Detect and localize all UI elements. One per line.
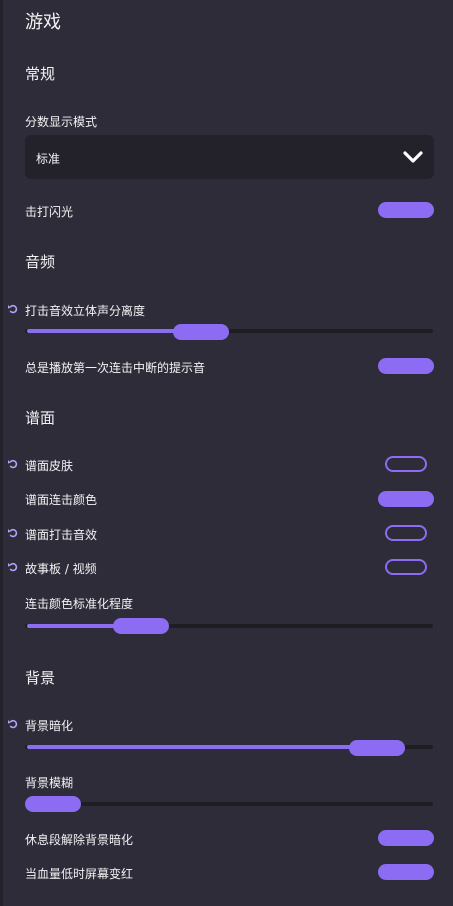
background-blur-track[interactable]: [25, 802, 433, 806]
break-dim-label: 休息段解除背景暗化: [25, 833, 134, 847]
page-title: 游戏: [25, 12, 61, 33]
background-blur-label: 背景模糊: [25, 776, 74, 790]
stereo-separation-label: 打击音效立体声分离度: [25, 304, 146, 318]
beatmap-hitsounds-toggle[interactable]: [385, 525, 427, 541]
score-display-label: 分数显示模式: [25, 115, 98, 129]
break-dim-toggle[interactable]: [378, 830, 434, 846]
combo-colour-normalisation-handle[interactable]: [113, 618, 169, 634]
score-display-dropdown[interactable]: 标准: [25, 135, 434, 179]
chevron-down-icon: [403, 151, 423, 163]
beatmap-skins-label: 谱面皮肤: [25, 459, 74, 473]
revert-icon[interactable]: [7, 458, 19, 470]
stereo-separation-track[interactable]: [25, 329, 433, 333]
revert-icon[interactable]: [7, 303, 19, 315]
hit-lighting-label: 击打闪光: [25, 205, 74, 219]
beatmap-colours-toggle[interactable]: [378, 491, 434, 507]
background-dim-fill: [27, 745, 377, 749]
beatmap-skins-toggle[interactable]: [385, 456, 427, 472]
section-beatmap-title: 谱面: [25, 409, 56, 427]
combo-break-sound-label: 总是播放第一次连击中断的提示音: [25, 361, 206, 375]
background-dim-label: 背景暗化: [25, 719, 74, 733]
combo-break-sound-toggle[interactable]: [378, 358, 434, 374]
revert-icon[interactable]: [7, 718, 19, 730]
score-display-value: 标准: [36, 152, 61, 166]
low-health-red-toggle[interactable]: [378, 864, 434, 880]
section-general-title: 常规: [25, 65, 56, 83]
section-audio-title: 音频: [25, 253, 56, 271]
background-dim-handle[interactable]: [348, 740, 405, 756]
combo-colour-normalisation-label: 连击颜色标准化程度: [25, 597, 134, 611]
section-background-title: 背景: [25, 669, 56, 687]
storyboard-video-toggle[interactable]: [385, 559, 427, 575]
revert-icon[interactable]: [7, 561, 19, 573]
revert-icon[interactable]: [7, 527, 19, 539]
beatmap-colours-label: 谱面连击颜色: [25, 493, 98, 507]
panel-edge: [0, 0, 3, 906]
storyboard-video-label: 故事板 / 视频: [25, 562, 97, 576]
background-blur-handle[interactable]: [25, 796, 81, 812]
low-health-red-label: 当血量低时屏幕变红: [25, 867, 134, 881]
hit-lighting-toggle[interactable]: [378, 202, 434, 218]
beatmap-hitsounds-label: 谱面打击音效: [25, 528, 98, 542]
stereo-separation-handle[interactable]: [172, 324, 229, 340]
combo-colour-normalisation-track[interactable]: [25, 624, 433, 628]
